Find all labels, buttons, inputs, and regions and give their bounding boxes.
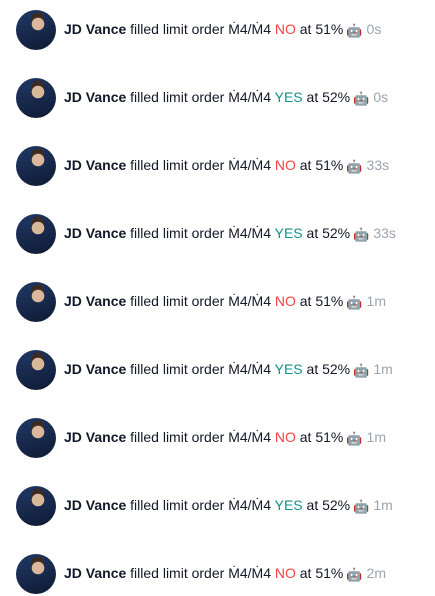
probability-text: at 51% — [299, 21, 344, 37]
trade-row[interactable]: JD Vance filled limit order Ṁ4/Ṁ4 NO at … — [16, 10, 381, 50]
user-avatar[interactable] — [16, 214, 56, 254]
outcome-label: NO — [274, 293, 296, 309]
outcome-label: NO — [274, 157, 296, 173]
probability-text: at 51% — [299, 429, 344, 445]
robot-icon: 🤖 — [346, 295, 363, 310]
user-avatar[interactable] — [16, 78, 56, 118]
trade-row[interactable]: JD Vance filled limit order Ṁ4/Ṁ4 YES at… — [16, 78, 388, 118]
amount-text: Ṁ4/Ṁ4 — [228, 497, 271, 513]
probability-text: at 52% — [306, 497, 351, 513]
user-avatar[interactable] — [16, 146, 56, 186]
user-name-link[interactable]: JD Vance — [64, 21, 126, 37]
user-name-link[interactable]: JD Vance — [64, 565, 126, 581]
user-name-link[interactable]: JD Vance — [64, 89, 126, 105]
trade-row[interactable]: JD Vance filled limit order Ṁ4/Ṁ4 NO at … — [16, 282, 386, 322]
user-avatar[interactable] — [16, 554, 56, 594]
trade-feed: JD Vance filled limit order Ṁ4/Ṁ4 NO at … — [0, 0, 435, 596]
probability-text: at 51% — [299, 293, 344, 309]
user-avatar[interactable] — [16, 350, 56, 390]
robot-icon: 🤖 — [353, 227, 370, 242]
user-avatar[interactable] — [16, 486, 56, 526]
robot-icon: 🤖 — [346, 159, 363, 174]
robot-icon: 🤖 — [353, 91, 370, 106]
trade-text: JD Vance filled limit order Ṁ4/Ṁ4 NO at … — [64, 563, 386, 585]
timestamp: 2m — [366, 565, 386, 581]
amount-text: Ṁ4/Ṁ4 — [228, 89, 271, 105]
user-name-link[interactable]: JD Vance — [64, 225, 126, 241]
action-text: filled limit order — [130, 429, 225, 445]
timestamp: 33s — [366, 157, 390, 173]
outcome-label: YES — [274, 225, 303, 241]
trade-row[interactable]: JD Vance filled limit order Ṁ4/Ṁ4 NO at … — [16, 146, 389, 186]
robot-icon: 🤖 — [346, 431, 363, 446]
user-name-link[interactable]: JD Vance — [64, 157, 126, 173]
probability-text: at 51% — [299, 157, 344, 173]
action-text: filled limit order — [130, 497, 225, 513]
probability-text: at 52% — [306, 361, 351, 377]
outcome-label: YES — [274, 361, 303, 377]
outcome-label: NO — [274, 21, 296, 37]
trade-row[interactable]: JD Vance filled limit order Ṁ4/Ṁ4 NO at … — [16, 554, 386, 594]
probability-text: at 52% — [306, 89, 351, 105]
user-name-link[interactable]: JD Vance — [64, 293, 126, 309]
user-name-link[interactable]: JD Vance — [64, 429, 126, 445]
amount-text: Ṁ4/Ṁ4 — [228, 293, 271, 309]
user-avatar[interactable] — [16, 418, 56, 458]
action-text: filled limit order — [130, 361, 225, 377]
trade-text: JD Vance filled limit order Ṁ4/Ṁ4 YES at… — [64, 359, 393, 381]
robot-icon: 🤖 — [346, 23, 363, 38]
action-text: filled limit order — [130, 157, 225, 173]
outcome-label: YES — [274, 89, 303, 105]
trade-text: JD Vance filled limit order Ṁ4/Ṁ4 NO at … — [64, 427, 386, 449]
action-text: filled limit order — [130, 225, 225, 241]
robot-icon: 🤖 — [353, 363, 370, 378]
action-text: filled limit order — [130, 21, 225, 37]
timestamp: 1m — [366, 293, 386, 309]
timestamp: 1m — [373, 361, 393, 377]
user-avatar[interactable] — [16, 282, 56, 322]
amount-text: Ṁ4/Ṁ4 — [228, 429, 271, 445]
trade-text: JD Vance filled limit order Ṁ4/Ṁ4 YES at… — [64, 87, 388, 109]
amount-text: Ṁ4/Ṁ4 — [228, 225, 271, 241]
amount-text: Ṁ4/Ṁ4 — [228, 361, 271, 377]
action-text: filled limit order — [130, 565, 225, 581]
outcome-label: YES — [274, 497, 303, 513]
action-text: filled limit order — [130, 89, 225, 105]
trade-row[interactable]: JD Vance filled limit order Ṁ4/Ṁ4 YES at… — [16, 350, 393, 390]
trade-text: JD Vance filled limit order Ṁ4/Ṁ4 YES at… — [64, 223, 396, 245]
robot-icon: 🤖 — [353, 499, 370, 514]
robot-icon: 🤖 — [346, 567, 363, 582]
amount-text: Ṁ4/Ṁ4 — [228, 21, 271, 37]
trade-text: JD Vance filled limit order Ṁ4/Ṁ4 NO at … — [64, 291, 386, 313]
timestamp: 0s — [366, 21, 382, 37]
probability-text: at 52% — [306, 225, 351, 241]
timestamp: 0s — [373, 89, 389, 105]
user-name-link[interactable]: JD Vance — [64, 497, 126, 513]
trade-row[interactable]: JD Vance filled limit order Ṁ4/Ṁ4 NO at … — [16, 418, 386, 458]
timestamp: 1m — [373, 497, 393, 513]
trade-row[interactable]: JD Vance filled limit order Ṁ4/Ṁ4 YES at… — [16, 214, 396, 254]
outcome-label: NO — [274, 429, 296, 445]
action-text: filled limit order — [130, 293, 225, 309]
timestamp: 1m — [366, 429, 386, 445]
user-name-link[interactable]: JD Vance — [64, 361, 126, 377]
trade-row[interactable]: JD Vance filled limit order Ṁ4/Ṁ4 YES at… — [16, 486, 393, 526]
user-avatar[interactable] — [16, 10, 56, 50]
trade-text: JD Vance filled limit order Ṁ4/Ṁ4 NO at … — [64, 19, 381, 41]
outcome-label: NO — [274, 565, 296, 581]
amount-text: Ṁ4/Ṁ4 — [228, 565, 271, 581]
probability-text: at 51% — [299, 565, 344, 581]
trade-text: JD Vance filled limit order Ṁ4/Ṁ4 YES at… — [64, 495, 393, 517]
amount-text: Ṁ4/Ṁ4 — [228, 157, 271, 173]
timestamp: 33s — [373, 225, 396, 241]
trade-text: JD Vance filled limit order Ṁ4/Ṁ4 NO at … — [64, 155, 389, 177]
